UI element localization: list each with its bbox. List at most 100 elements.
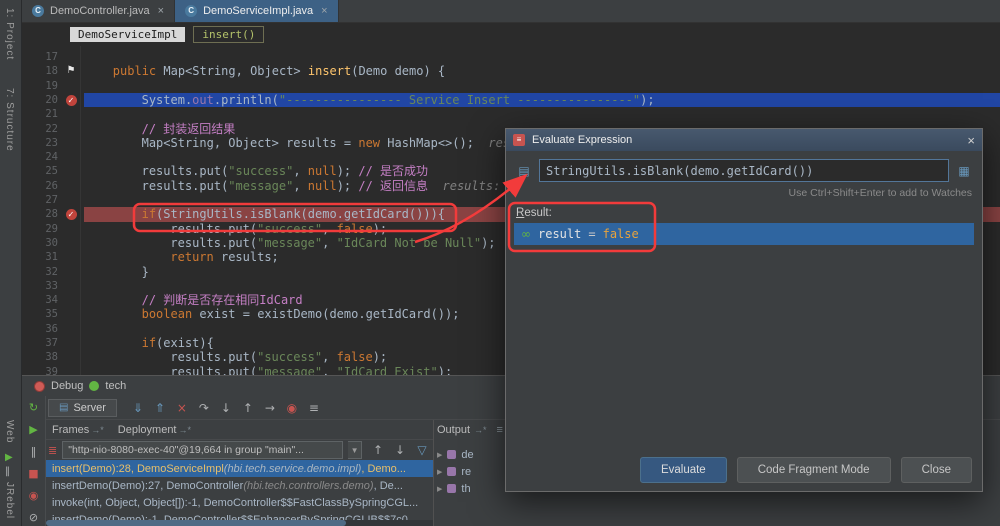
breakpoint-icon[interactable]: ✓: [66, 209, 77, 220]
tab-deployment[interactable]: Deployment →*: [114, 424, 195, 436]
filter-frames-icon[interactable]: ▽: [411, 443, 433, 457]
expand-chevron-icon[interactable]: ▶: [437, 468, 442, 476]
gutter[interactable]: [62, 222, 80, 236]
tab-server[interactable]: ▤ Server: [48, 399, 117, 417]
expand-chevron-icon[interactable]: ▶: [437, 451, 442, 459]
gutter[interactable]: [62, 350, 80, 364]
tab-frames[interactable]: Frames →*: [48, 424, 108, 436]
tab-output[interactable]: Output →* ≡: [437, 420, 503, 440]
combo-dropdown-icon[interactable]: ▼: [348, 441, 362, 459]
stack-frame-row[interactable]: insertDemo(Demo):-1, DemoController$$Enh…: [46, 511, 433, 520]
close-icon[interactable]: ×: [967, 134, 975, 147]
stack-frame-row[interactable]: invoke(int, Object, Object[]):-1, DemoCo…: [46, 494, 433, 511]
run-to-cursor-icon[interactable]: →: [259, 401, 281, 415]
line-number[interactable]: 18: [22, 64, 58, 78]
thread-combobox[interactable]: "http-nio-8080-exec-40"@19,664 in group …: [62, 441, 343, 459]
gutter[interactable]: [62, 193, 80, 207]
gutter[interactable]: [62, 293, 80, 307]
session-name[interactable]: tech: [105, 380, 126, 392]
line-number[interactable]: 38: [22, 350, 58, 364]
line-number[interactable]: 21: [22, 107, 58, 121]
tool-button-web[interactable]: Web: [4, 420, 15, 443]
gutter[interactable]: [62, 179, 80, 193]
view-breakpoints-icon[interactable]: ◉: [281, 401, 303, 415]
result-row[interactable]: ∞ result = false: [514, 223, 974, 245]
stop-icon[interactable]: ×: [171, 401, 193, 415]
view-breakpoints-icon[interactable]: ◉: [29, 489, 39, 502]
upload-icon[interactable]: ⇑: [149, 401, 171, 415]
next-frame-icon[interactable]: ↓: [389, 443, 411, 457]
line-number[interactable]: 23: [22, 136, 58, 150]
gutter[interactable]: ✓: [62, 207, 80, 221]
code-line-19[interactable]: 19: [22, 79, 1000, 93]
line-number[interactable]: 22: [22, 122, 58, 136]
step-out-icon[interactable]: ↑: [237, 401, 259, 415]
line-number[interactable]: 34: [22, 293, 58, 307]
line-number[interactable]: 31: [22, 250, 58, 264]
run-icon[interactable]: ▶: [5, 452, 13, 463]
evaluate-button[interactable]: Evaluate: [640, 457, 727, 483]
gutter[interactable]: [62, 50, 80, 64]
gutter[interactable]: [62, 164, 80, 178]
expression-input[interactable]: StringUtils.isBlank(demo.getIdCard()): [539, 159, 949, 182]
gutter[interactable]: [62, 150, 80, 164]
line-number[interactable]: 32: [22, 265, 58, 279]
gutter[interactable]: [62, 307, 80, 321]
prev-frame-icon[interactable]: ↑: [367, 443, 389, 457]
panel-divider[interactable]: [433, 420, 434, 526]
stop-icon[interactable]: ■: [28, 467, 38, 480]
mute-breakpoints-icon[interactable]: ⊘: [29, 511, 38, 524]
scrollbar-thumb[interactable]: [46, 520, 346, 526]
gutter[interactable]: [62, 365, 80, 375]
gutter[interactable]: [62, 279, 80, 293]
line-number[interactable]: 20: [22, 93, 58, 107]
line-number[interactable]: 24: [22, 150, 58, 164]
gutter[interactable]: [62, 122, 80, 136]
line-number[interactable]: 37: [22, 336, 58, 350]
gutter[interactable]: [62, 236, 80, 250]
code-line-20[interactable]: 20✓System.out.println("---------------- …: [22, 93, 1000, 107]
stack-frames-list[interactable]: insert(Demo):28, DemoServiceImpl (hbi.te…: [46, 460, 433, 520]
breadcrumb-method[interactable]: insert(): [193, 26, 264, 43]
line-number[interactable]: 25: [22, 164, 58, 178]
line-number[interactable]: 27: [22, 193, 58, 207]
update-application-icon[interactable]: ⇓: [127, 401, 149, 415]
expand-chevron-icon[interactable]: ▶: [437, 485, 442, 493]
close-tab-icon[interactable]: ×: [321, 5, 327, 17]
step-over-icon[interactable]: ↷: [193, 401, 215, 415]
line-number[interactable]: 36: [22, 322, 58, 336]
gutter[interactable]: [62, 79, 80, 93]
pause-icon[interactable]: ‖: [31, 445, 37, 458]
gutter[interactable]: [62, 107, 80, 121]
pause-icon[interactable]: ‖: [5, 466, 10, 477]
line-number[interactable]: 17: [22, 50, 58, 64]
stack-frame-row[interactable]: insert(Demo):28, DemoServiceImpl (hbi.te…: [46, 460, 433, 477]
stack-frame-row[interactable]: insertDemo(Demo):27, DemoController (hbi…: [46, 477, 433, 494]
line-number[interactable]: 33: [22, 279, 58, 293]
settings-icon[interactable]: ≡: [303, 401, 325, 415]
gutter[interactable]: [62, 336, 80, 350]
close-button[interactable]: Close: [901, 457, 972, 483]
close-tab-icon[interactable]: ×: [158, 5, 164, 17]
code-line-18[interactable]: 18⚑public Map<String, Object> insert(Dem…: [22, 64, 1000, 78]
code-line-21[interactable]: 21: [22, 107, 1000, 121]
gutter[interactable]: ✓: [62, 93, 80, 107]
dialog-title-bar[interactable]: ≡ Evaluate Expression ×: [506, 129, 982, 151]
tool-button-structure[interactable]: 7: Structure: [4, 88, 15, 152]
line-number[interactable]: 28: [22, 207, 58, 221]
tab-demoserviceimpl[interactable]: C DemoServiceImpl.java ×: [175, 0, 338, 22]
line-number[interactable]: 29: [22, 222, 58, 236]
console-menu-icon[interactable]: ≡: [497, 424, 503, 436]
gutter[interactable]: ⚑: [62, 64, 80, 78]
gutter[interactable]: [62, 250, 80, 264]
horizontal-scrollbar[interactable]: [46, 520, 433, 526]
rerun-icon[interactable]: ↻: [29, 401, 38, 414]
line-number[interactable]: 30: [22, 236, 58, 250]
tool-button-project[interactable]: 1: Project: [4, 8, 15, 60]
resume-icon[interactable]: ▶: [29, 423, 37, 436]
breakpoint-icon[interactable]: ✓: [66, 95, 77, 106]
line-number[interactable]: 35: [22, 307, 58, 321]
line-number[interactable]: 39: [22, 365, 58, 375]
line-number[interactable]: 19: [22, 79, 58, 93]
line-number[interactable]: 26: [22, 179, 58, 193]
